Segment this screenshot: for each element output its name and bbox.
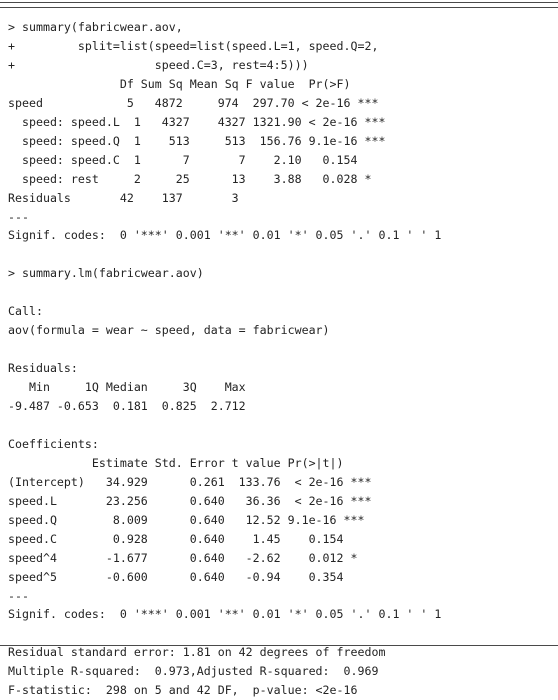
anova-separator-dashes: --- [8, 209, 29, 224]
f-statistic-line: F-statistic: 298 on 5 and 42 DF, p-value… [8, 683, 358, 698]
anova-row-rest: speed: rest 2 25 13 3.88 0.028 * [8, 171, 372, 186]
residuals-heading: Residuals: [8, 361, 78, 376]
anova-table-header: Df Sum Sq Mean Sq F value Pr(>F) [8, 76, 351, 91]
blank-line-1 [8, 245, 550, 264]
anova-row-speed: speed 5 4872 974 297.70 < 2e-16 *** [8, 95, 379, 110]
coef-row-speed-l: speed.L 23.256 0.640 36.36 < 2e-16 *** [8, 493, 372, 508]
anova-row-speed-c: speed: speed.C 1 7 7 2.10 0.154 [8, 152, 358, 167]
anova-row-speed-q: speed: speed.Q 1 513 513 156.76 9.1e-16 … [8, 133, 386, 148]
top-rule-lower [0, 7, 558, 9]
coef-row-speed-4: speed^4 -1.677 0.640 -2.62 0.012 * [8, 550, 358, 565]
r-squared-line: Multiple R-squared: 0.973,Adjusted R-squ… [8, 664, 379, 679]
residuals-quantile-values: -9.487 -0.653 0.181 0.825 2.712 [8, 399, 246, 414]
call-heading: Call: [8, 304, 43, 319]
console-line-split-arg-2: + speed.C=3, rest=4:5))) [8, 57, 309, 72]
coefficients-heading: Coefficients: [8, 436, 99, 451]
console-line-summary-lm-call: > summary.lm(fabricwear.aov) [8, 266, 204, 281]
coefficients-signif-codes: Signif. codes: 0 '***' 0.001 '**' 0.01 '… [8, 607, 442, 622]
bottom-rule [0, 645, 558, 647]
blank-line-4 [8, 416, 550, 435]
console-transcript: > summary(fabricwear.aov, + split=list(sp… [8, 18, 550, 700]
coef-row-speed-5: speed^5 -0.600 0.640 -0.94 0.354 [8, 569, 344, 584]
coef-row-speed-q: speed.Q 8.009 0.640 12.52 9.1e-16 *** [8, 512, 365, 527]
coef-row-speed-c: speed.C 0.928 0.640 1.45 0.154 [8, 531, 344, 546]
call-formula: aov(formula = wear ~ speed, data = fabri… [8, 323, 330, 338]
residuals-quantile-labels: Min 1Q Median 3Q Max [8, 380, 246, 395]
console-line-summary-call: > summary(fabricwear.aov, [8, 20, 183, 34]
anova-row-speed-l: speed: speed.L 1 4327 4327 1321.90 < 2e-… [8, 114, 386, 129]
console-line-split-arg-1: + split=list(speed=list(speed.L=1, speed… [8, 38, 379, 53]
anova-row-residuals: Residuals 42 137 3 [8, 190, 239, 205]
coef-row-intercept: (Intercept) 34.929 0.261 133.76 < 2e-16 … [8, 474, 372, 489]
coefficients-separator-dashes: --- [8, 588, 29, 603]
coefficients-table-header: Estimate Std. Error t value Pr(>|t|) [8, 455, 344, 470]
blank-line-5 [8, 624, 550, 643]
top-rule-upper [0, 2, 558, 4]
console-output-sheet: > summary(fabricwear.aov, + split=list(sp… [0, 0, 558, 697]
blank-line-2 [8, 283, 550, 302]
console-text: > summary(fabricwear.aov, + split=list(sp… [8, 18, 550, 700]
residual-standard-error-line: Residual standard error: 1.81 on 42 degr… [8, 645, 386, 660]
anova-signif-codes: Signif. codes: 0 '***' 0.001 '**' 0.01 '… [8, 228, 442, 243]
blank-line-3 [8, 340, 550, 359]
